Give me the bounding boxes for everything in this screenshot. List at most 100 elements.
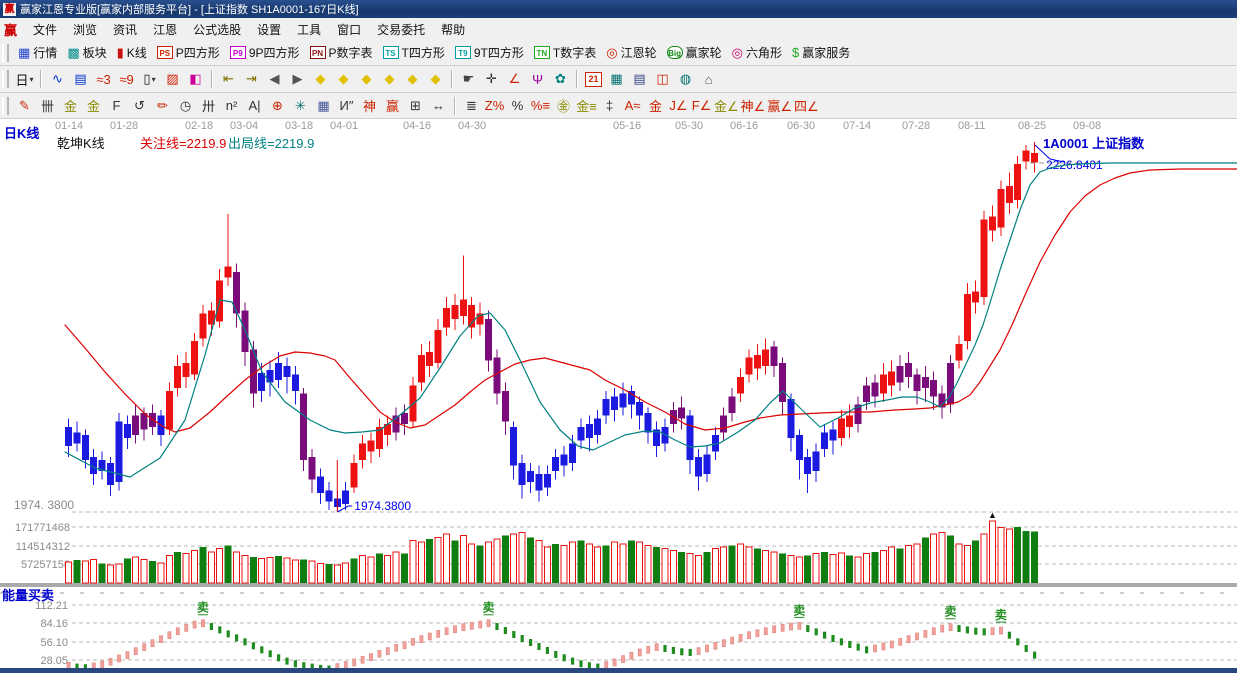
quote-button[interactable]: ▦行情 (13, 42, 62, 64)
energy-indicator-label[interactable]: 能量买卖 (2, 585, 54, 604)
pencil-tool[interactable]: ✎ (13, 96, 36, 116)
ying-tool[interactable]: 赢 (381, 96, 404, 116)
gold-grid-tool[interactable]: 金 (59, 96, 82, 116)
four-angle-tool-glyph: 四∠ (794, 96, 819, 115)
notepad-icon[interactable]: ▤ (628, 69, 651, 89)
ying-angle-tool[interactable]: 赢∠ (766, 96, 793, 116)
chart-area[interactable]: 17177146811451431257257156112.2184.1656.… (0, 119, 1237, 673)
menu-工具[interactable]: 工具 (289, 19, 329, 40)
candle-style-selector-dropdown-icon[interactable]: ▾ (152, 75, 156, 84)
9p-square-button[interactable]: P99P四方形 (225, 42, 305, 64)
percent-tool[interactable]: % (506, 96, 529, 116)
grid-box-tool[interactable]: ▦ (312, 96, 335, 116)
four-angle-tool[interactable]: 四∠ (793, 96, 820, 116)
ruler-123-tool[interactable]: ⊞ (404, 96, 427, 116)
sector-button[interactable]: ▩板块 (62, 42, 111, 64)
grid-ladder-tool[interactable]: 卌 (36, 96, 59, 116)
a-line-tool[interactable]: A| (243, 96, 266, 116)
indicator-name-label[interactable]: 乾坤K线 (57, 133, 105, 152)
gann-grid-icon[interactable]: ▨ (161, 69, 184, 89)
wave-a-tool[interactable]: A≈ (621, 96, 644, 116)
prev-page-button[interactable]: ◀ (263, 69, 286, 89)
volume-profile-icon[interactable]: ◧ (184, 69, 207, 89)
shen-angle-tool[interactable]: 神∠ (740, 96, 767, 116)
kline-chart-canvas[interactable]: 17177146811451431257257156112.2184.1656.… (0, 119, 1237, 673)
gold-circle-tool[interactable]: ㊎ (552, 96, 575, 116)
t-square-button[interactable]: TST四方形 (378, 42, 450, 64)
percent-line-tool[interactable]: Z% (483, 96, 506, 116)
menu-浏览[interactable]: 浏览 (65, 19, 105, 40)
h-span-tool[interactable]: ↔ (427, 96, 450, 116)
diamond-left-button[interactable]: ◆ (309, 69, 332, 89)
candle-style-selector[interactable]: ▯▾ (138, 69, 161, 89)
cloud-tool[interactable]: ✿ (549, 69, 572, 89)
last-page-button[interactable]: ⇥ (240, 69, 263, 89)
p-square-button[interactable]: PSP四方形 (152, 42, 225, 64)
symbol-label[interactable]: 1A0001 上证指数 (1043, 133, 1144, 152)
kline-button[interactable]: ▮K线 (112, 42, 152, 64)
wave-3-icon[interactable]: ≈3 (92, 69, 115, 89)
gann-purple-tool[interactable]: Ψ (526, 69, 549, 89)
gold-red-tool[interactable]: 金 (644, 96, 667, 116)
brush-mark-tool[interactable]: ‡ (598, 96, 621, 116)
gold-angle-tool[interactable]: 金∠ (713, 96, 740, 116)
diamond-zoom-in-button[interactable]: ◆ (401, 69, 424, 89)
n-square-tool[interactable]: n² (220, 96, 243, 116)
date-tick-08-25: 08-25 (1018, 120, 1046, 132)
p9-badge-icon: P9 (230, 46, 246, 59)
wave-9-icon[interactable]: ≈9 (115, 69, 138, 89)
diamond-expand-button[interactable]: ◆ (378, 69, 401, 89)
time-circle-tool[interactable]: ◷ (174, 96, 197, 116)
menu-交易委托[interactable]: 交易委托 (369, 19, 433, 40)
period-selector[interactable]: 日▾ (13, 69, 36, 89)
diamond-zoom-out-button[interactable]: ◆ (424, 69, 447, 89)
menu-设置[interactable]: 设置 (249, 19, 289, 40)
zigzag-icon[interactable]: ∿ (46, 69, 69, 89)
diamond-right-button[interactable]: ◆ (332, 69, 355, 89)
winner-wheel-button[interactable]: Big赢家轮 (662, 42, 727, 64)
9t-square-button[interactable]: T99T四方形 (450, 42, 529, 64)
info-doc-icon[interactable]: ▤ (69, 69, 92, 89)
first-page-button[interactable]: ⇤ (217, 69, 240, 89)
j-angle-tool[interactable]: J∠ (667, 96, 690, 116)
t9-badge-icon: T9 (455, 46, 471, 59)
spiral-tool[interactable]: ↺ (128, 96, 151, 116)
hand-tool[interactable]: ☛ (457, 69, 480, 89)
next-page-button[interactable]: ▶ (286, 69, 309, 89)
menu-窗口[interactable]: 窗口 (329, 19, 369, 40)
calculator-icon[interactable]: ▦ (605, 69, 628, 89)
p-number-button[interactable]: PNP数字表 (305, 42, 378, 64)
kline-mode-label[interactable]: 日K线 (4, 123, 39, 142)
star-burst-tool[interactable]: ✳ (289, 96, 312, 116)
save-icon[interactable]: ◫ (651, 69, 674, 89)
menu-江恩[interactable]: 江恩 (145, 19, 185, 40)
pencil-ruler-tool[interactable]: ✏ (151, 96, 174, 116)
menu-资讯[interactable]: 资讯 (105, 19, 145, 40)
t-number-button[interactable]: TNT数字表 (529, 42, 601, 64)
wave-mark-tool[interactable]: И″ (335, 96, 358, 116)
fibonacci-tool[interactable]: F (105, 96, 128, 116)
menu-帮助[interactable]: 帮助 (433, 19, 473, 40)
target-tool[interactable]: ⊕ (266, 96, 289, 116)
gold-grid2-tool[interactable]: 金 (82, 96, 105, 116)
winner-service-button[interactable]: $赢家服务 (787, 42, 855, 64)
crosshair-tool[interactable]: ✛ (480, 69, 503, 89)
ladder-tool[interactable]: 卅 (197, 96, 220, 116)
gold-levels-tool[interactable]: 金≡ (575, 96, 598, 116)
date-tick-03-18: 03-18 (285, 120, 313, 132)
shen-tool[interactable]: 神 (358, 96, 381, 116)
hexagon-button[interactable]: ◎六角形 (727, 42, 787, 64)
menu-公式选股[interactable]: 公式选股 (185, 19, 249, 40)
gann-wheel-button[interactable]: ◎江恩轮 (601, 42, 661, 64)
period-selector-dropdown-icon[interactable]: ▾ (30, 75, 34, 84)
percent-levels-tool[interactable]: %≡ (529, 96, 552, 116)
diamond-hspan-button[interactable]: ◆ (355, 69, 378, 89)
web-export-icon[interactable]: ◍ (674, 69, 697, 89)
pc-export-icon[interactable]: ⌂ (697, 69, 720, 89)
menu-文件[interactable]: 文件 (25, 19, 65, 40)
f-angle-tool[interactable]: F∠ (690, 96, 713, 116)
calendar-icon[interactable]: 21 (582, 69, 605, 89)
angle-measure-tool[interactable]: ∠ (503, 69, 526, 89)
prev-page-button-glyph: ◀ (270, 71, 280, 87)
bars-compare-tool[interactable]: ≣ (460, 96, 483, 116)
